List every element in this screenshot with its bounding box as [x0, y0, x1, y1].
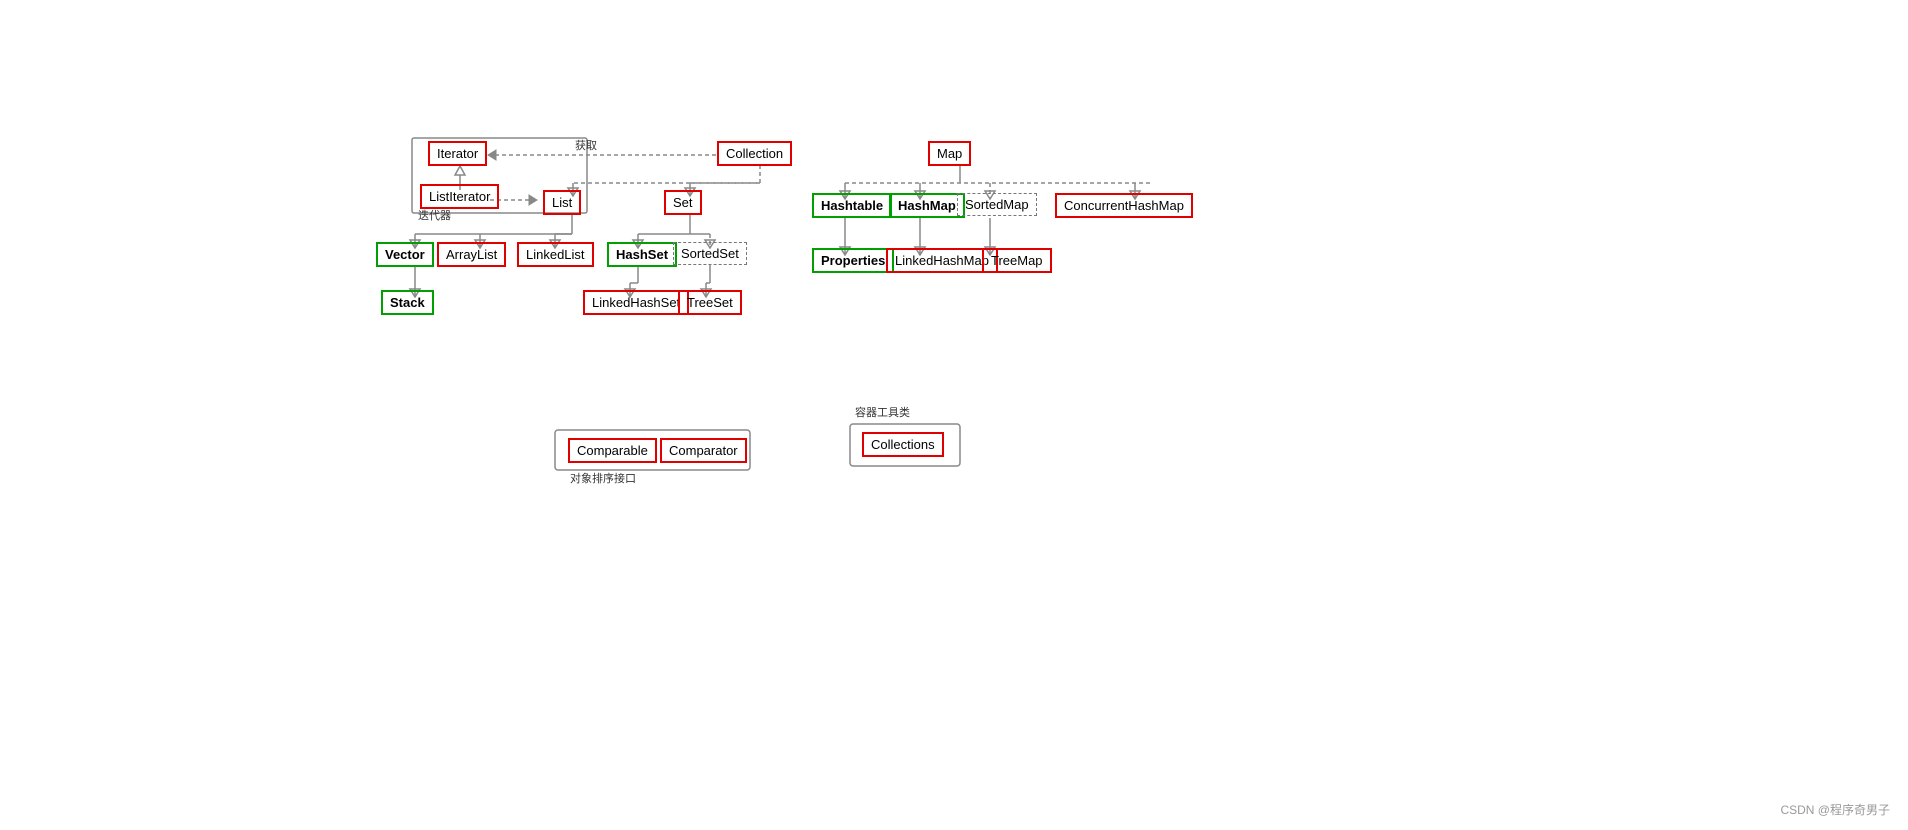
node-sortedmap: SortedMap: [957, 193, 1037, 216]
node-listiterator: ListIterator: [420, 184, 499, 209]
node-properties: Properties: [812, 248, 894, 273]
node-treeset: TreeSet: [678, 290, 742, 315]
node-collections: Collections: [862, 432, 944, 457]
svg-text:迭代器: 迭代器: [418, 209, 451, 222]
node-map: Map: [928, 141, 971, 166]
node-set: Set: [664, 190, 702, 215]
node-arraylist: ArrayList: [437, 242, 506, 267]
diagram-container: 迭代器 获取: [0, 0, 1908, 830]
node-comparable: Comparable: [568, 438, 657, 463]
node-treemap: TreeMap: [982, 248, 1052, 273]
node-linkedhashset: LinkedHashSet: [583, 290, 689, 315]
node-collection: Collection: [717, 141, 792, 166]
node-linkedlist: LinkedList: [517, 242, 594, 267]
node-vector: Vector: [376, 242, 434, 267]
node-iterator: Iterator: [428, 141, 487, 166]
connector-svg: 迭代器 获取: [0, 0, 1908, 830]
watermark: CSDN @程序奇男子: [1780, 801, 1890, 818]
svg-text:容器工具类: 容器工具类: [855, 405, 910, 419]
node-concurrenthashmap: ConcurrentHashMap: [1055, 193, 1193, 218]
node-hashtable: Hashtable: [812, 193, 892, 218]
node-hashmap: HashMap: [889, 193, 965, 218]
node-hashset: HashSet: [607, 242, 677, 267]
node-stack: Stack: [381, 290, 434, 315]
node-list: List: [543, 190, 581, 215]
node-sortedset: SortedSet: [673, 242, 747, 265]
svg-text:获取: 获取: [575, 139, 597, 152]
node-comparator: Comparator: [660, 438, 747, 463]
svg-text:对象排序接口: 对象排序接口: [570, 471, 636, 485]
